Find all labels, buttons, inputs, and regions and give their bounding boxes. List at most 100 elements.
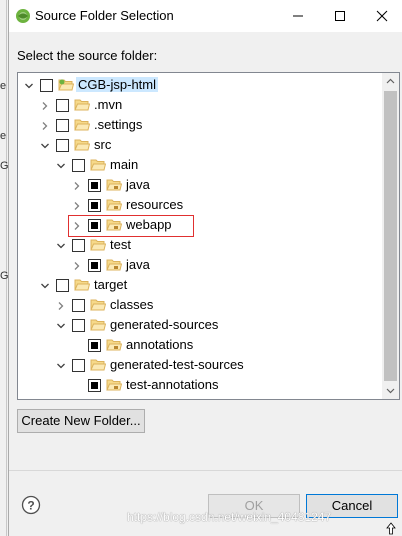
chevron-right-icon[interactable] — [72, 181, 82, 191]
tree-item-label: generated-sources — [110, 317, 219, 332]
create-new-folder-button[interactable]: Create New Folder... — [17, 409, 145, 433]
minimize-icon — [293, 15, 303, 17]
tree-checkbox[interactable] — [56, 99, 69, 112]
tree-item-label: CGB-jsp-html — [76, 77, 159, 92]
watermark: https://blog.csdn.net/weixin_40481247 — [127, 510, 332, 524]
vertical-scrollbar[interactable] — [382, 73, 399, 399]
source-folder-dialog: Source Folder Selection Select the sourc… — [8, 0, 402, 536]
tree-item[interactable]: src — [18, 136, 378, 156]
chevron-down-icon — [386, 388, 395, 394]
tree-checkbox[interactable] — [88, 199, 101, 212]
package-folder-icon — [106, 379, 122, 391]
chevron-down-icon[interactable] — [56, 241, 66, 251]
folder-icon — [90, 299, 106, 311]
folder-icon — [90, 239, 106, 251]
chevron-down-icon[interactable] — [40, 141, 50, 151]
chevron-right-icon[interactable] — [40, 101, 50, 111]
tree-item-label: target — [94, 277, 128, 292]
window-title: Source Folder Selection — [35, 8, 174, 23]
minimize-button[interactable] — [277, 0, 319, 32]
folder-icon — [74, 99, 90, 111]
eclipse-icon — [16, 9, 30, 23]
tree-item-label: java — [126, 257, 150, 272]
tree-item[interactable]: java — [18, 176, 378, 196]
tree-item[interactable]: CGB-jsp-html — [18, 76, 378, 96]
tree-item[interactable]: resources — [18, 196, 378, 216]
tree-item-label: annotations — [126, 337, 194, 352]
folder-icon — [90, 319, 106, 331]
dialog-content: Select the source folder: CGB-jsp-html .m… — [9, 32, 402, 536]
chevron-right-icon[interactable] — [56, 301, 66, 311]
close-icon — [376, 10, 388, 22]
tree-checkbox[interactable] — [88, 339, 101, 352]
scroll-down-button[interactable] — [382, 382, 399, 399]
folder-icon — [74, 279, 90, 291]
scrollbar-thumb[interactable] — [384, 91, 397, 381]
background-text-fragment: e — [0, 80, 7, 92]
tree-item-label: .settings — [94, 117, 143, 132]
chevron-down-icon[interactable] — [56, 161, 66, 171]
folder-icon — [74, 139, 90, 151]
tree-checkbox[interactable] — [88, 259, 101, 272]
tree-item[interactable]: generated-test-sources — [18, 356, 378, 376]
tree-checkbox[interactable] — [88, 379, 101, 392]
tree-item-label: test — [110, 237, 131, 252]
tree-checkbox[interactable] — [72, 299, 85, 312]
tree-checkbox[interactable] — [72, 319, 85, 332]
tree-checkbox[interactable] — [72, 159, 85, 172]
maximize-button[interactable] — [319, 0, 361, 32]
package-folder-icon — [106, 199, 122, 211]
dialog-separator — [9, 470, 402, 471]
tree-checkbox[interactable] — [56, 279, 69, 292]
folder-icon — [90, 159, 106, 171]
tree-item[interactable]: main — [18, 156, 378, 176]
tree-item[interactable]: java — [18, 256, 378, 276]
folder-icon — [90, 359, 106, 371]
title-bar[interactable]: Source Folder Selection — [9, 0, 402, 32]
chevron-right-icon[interactable] — [72, 261, 82, 271]
tree-checkbox[interactable] — [88, 179, 101, 192]
maximize-icon — [335, 11, 345, 21]
folder-tree[interactable]: CGB-jsp-html .mvn .settings src main java reso… — [17, 72, 400, 400]
folder-icon — [74, 119, 90, 131]
tree-item[interactable]: annotations — [18, 336, 378, 356]
resize-arrow-icon — [386, 522, 396, 535]
tree-item-label: src — [94, 137, 112, 152]
tree-checkbox[interactable] — [72, 359, 85, 372]
package-folder-icon — [106, 179, 122, 191]
chevron-down-icon[interactable] — [40, 281, 50, 291]
scroll-up-button[interactable] — [382, 73, 399, 90]
svg-text:?: ? — [27, 499, 34, 513]
close-button[interactable] — [361, 0, 402, 32]
chevron-down-icon[interactable] — [24, 81, 34, 91]
chevron-up-icon — [386, 78, 395, 84]
tree-checkbox[interactable] — [40, 79, 53, 92]
annotation-highlight-box — [68, 215, 194, 237]
tree-item[interactable]: generated-sources — [18, 316, 378, 336]
tree-item[interactable]: .settings — [18, 116, 378, 136]
background-text-fragment: e — [0, 130, 7, 142]
tree-item-label: generated-test-sources — [110, 357, 244, 372]
tree-item[interactable]: target — [18, 276, 378, 296]
tree-item[interactable]: .mvn — [18, 96, 378, 116]
prompt-label: Select the source folder: — [17, 48, 158, 63]
tree-item-label: resources — [126, 197, 184, 212]
chevron-down-icon[interactable] — [56, 321, 66, 331]
tree-checkbox[interactable] — [72, 239, 85, 252]
tree-item[interactable]: test — [18, 236, 378, 256]
tree-item-label: .mvn — [94, 97, 123, 112]
package-folder-icon — [106, 339, 122, 351]
tree-item-label: classes — [110, 297, 154, 312]
help-icon[interactable]: ? — [21, 495, 41, 515]
background-text-fragment: G — [0, 270, 8, 282]
tree-item[interactable]: test-annotations — [18, 376, 378, 396]
chevron-down-icon[interactable] — [56, 361, 66, 371]
tree-checkbox[interactable] — [56, 119, 69, 132]
package-folder-icon — [106, 259, 122, 271]
project-folder-icon — [58, 79, 74, 91]
tree-item[interactable]: classes — [18, 296, 378, 316]
chevron-right-icon[interactable] — [72, 201, 82, 211]
tree-item-label: java — [126, 177, 150, 192]
chevron-right-icon[interactable] — [40, 121, 50, 131]
tree-checkbox[interactable] — [56, 139, 69, 152]
